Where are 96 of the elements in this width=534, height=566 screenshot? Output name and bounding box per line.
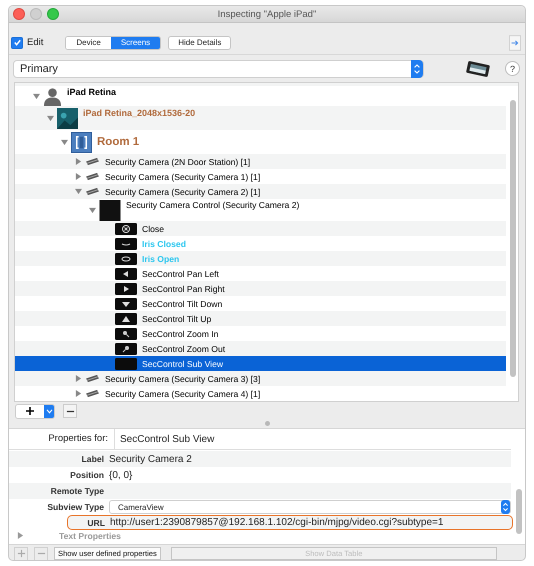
plus-icon bbox=[25, 406, 35, 416]
disclosure-triangle-icon[interactable] bbox=[75, 375, 82, 382]
property-label: Label bbox=[80, 454, 105, 464]
disclosure-triangle-icon[interactable] bbox=[17, 532, 24, 539]
property-value: {0, 0} bbox=[109, 470, 132, 480]
tree-row[interactable]: SecControl Pan Left bbox=[15, 266, 506, 281]
plus-icon bbox=[16, 549, 26, 558]
property-value: http://user1:2390879857@192.168.1.102/cgi-bin/mjpg/video.cgi?subtype=1 bbox=[110, 517, 444, 528]
tree-item-label: iPad Retina_2048x1536-20 bbox=[83, 108, 196, 118]
tilt-down-icon bbox=[115, 298, 137, 310]
tree-item-label: iPad Retina bbox=[67, 87, 116, 97]
tree-row[interactable]: SecControl Sub View bbox=[15, 356, 506, 371]
property-label: URL bbox=[86, 518, 106, 528]
tree-item-label: Iris Closed bbox=[142, 238, 186, 248]
property-label: Properties for: bbox=[9, 429, 115, 449]
tree-row[interactable]: iPad Retina_2048x1536-20 bbox=[15, 106, 506, 130]
tree-row[interactable]: SecControl Pan Right bbox=[15, 281, 506, 296]
room-icon bbox=[71, 132, 92, 152]
caret-icon bbox=[46, 408, 52, 414]
tree-row[interactable]: Security Camera (Security Camera 3) [3] bbox=[15, 371, 506, 386]
screen-dropdown[interactable]: Primary bbox=[13, 60, 424, 78]
tree-item-label: Security Camera (2N Door Station) [1] bbox=[105, 156, 250, 166]
property-label: Remote Type bbox=[50, 486, 105, 496]
stepper-icon bbox=[413, 62, 421, 74]
tree-item-label: Security Camera Control (Security Camera 2) bbox=[126, 200, 300, 210]
tree-item-label: SecControl Tilt Up bbox=[142, 314, 212, 324]
tree-item-label: Security Camera (Security Camera 3) [3] bbox=[105, 374, 260, 384]
camera-icon bbox=[85, 373, 100, 384]
tree-row[interactable]: Security Camera (Security Camera 4) [1] bbox=[15, 386, 506, 401]
tree-item-label: SecControl Pan Right bbox=[142, 284, 225, 294]
help-button[interactable]: ? bbox=[505, 61, 520, 76]
disclosure-triangle-icon[interactable] bbox=[75, 158, 82, 165]
close-button[interactable] bbox=[13, 8, 25, 20]
remove-button[interactable] bbox=[63, 404, 77, 418]
iris-closed-icon bbox=[115, 238, 137, 250]
zoom-in-icon bbox=[115, 328, 137, 340]
disclosure-triangle-icon[interactable] bbox=[75, 188, 82, 195]
camera-icon bbox=[85, 171, 100, 182]
scrollbar[interactable] bbox=[510, 100, 516, 377]
tree-row[interactable]: Close bbox=[15, 221, 506, 236]
property-value: SecControl Sub View bbox=[119, 434, 214, 444]
tree-item-label: Close bbox=[142, 224, 164, 234]
disclosure-triangle-icon[interactable] bbox=[89, 206, 96, 214]
person-icon bbox=[43, 86, 62, 106]
tree-row[interactable]: SecControl Zoom In bbox=[15, 326, 506, 341]
scrollbar[interactable] bbox=[516, 489, 522, 534]
add-dropdown-button[interactable] bbox=[15, 404, 55, 418]
close-icon bbox=[115, 222, 137, 234]
camera-icon bbox=[85, 388, 100, 399]
hide-details-button[interactable]: Hide Details bbox=[168, 36, 232, 50]
tree-item-label: SecControl Zoom Out bbox=[142, 344, 226, 354]
tree-item-label: SecControl Zoom In bbox=[142, 328, 218, 338]
property-label: Subview Type bbox=[46, 502, 105, 512]
tree-row[interactable]: Room 1 bbox=[15, 130, 506, 154]
window-title: Inspecting "Apple iPad" bbox=[218, 8, 316, 20]
tree-item-label: Security Camera (Security Camera 4) [1] bbox=[105, 388, 260, 398]
disclosure-triangle-icon[interactable] bbox=[75, 390, 82, 397]
control-thumbnail-icon bbox=[99, 200, 121, 220]
tree-row[interactable]: SecControl Tilt Up bbox=[15, 311, 506, 326]
pan-right-icon bbox=[115, 282, 137, 294]
edit-label: Edit bbox=[27, 37, 44, 48]
subview-type-dropdown[interactable]: CameraView bbox=[109, 500, 511, 514]
tree-item-label: SecControl Sub View bbox=[142, 358, 224, 368]
zoom-out-icon bbox=[115, 342, 137, 354]
camera-icon bbox=[85, 186, 100, 197]
stepper-icon bbox=[502, 502, 509, 512]
tree-item-label: SecControl Pan Left bbox=[142, 268, 219, 278]
iris-open-icon bbox=[115, 252, 137, 264]
tree-row[interactable]: Security Camera (Security Camera 1) [1] bbox=[15, 169, 506, 184]
tree-item-label: Iris Open bbox=[142, 254, 180, 264]
disclosure-triangle-icon[interactable] bbox=[61, 138, 68, 146]
disclosure-triangle-icon[interactable] bbox=[33, 92, 40, 100]
tilt-up-icon bbox=[115, 312, 137, 324]
view-tab[interactable]: Screens bbox=[110, 36, 160, 48]
zoom-button[interactable] bbox=[47, 8, 59, 20]
tree-row[interactable]: SecControl Zoom Out bbox=[15, 341, 506, 356]
property-value: Security Camera 2 bbox=[109, 454, 192, 464]
tree-row[interactable]: Security Camera (2N Door Station) [1] bbox=[15, 154, 506, 169]
tree-item-label: SecControl Tilt Down bbox=[142, 298, 222, 308]
camera-icon bbox=[85, 156, 100, 167]
tree-item-label: Security Camera (Security Camera 2) [1] bbox=[105, 186, 260, 196]
tree-item-label: Room 1 bbox=[97, 136, 140, 148]
property-label: Position bbox=[69, 470, 105, 480]
edit-checkbox[interactable] bbox=[11, 36, 23, 48]
add-button[interactable] bbox=[14, 546, 28, 560]
tree-row[interactable]: Security Camera Control (Security Camera 2) bbox=[15, 199, 506, 221]
tree-row[interactable]: Security Camera (Security Camera 2) [1] bbox=[15, 184, 506, 199]
sidebar-toggle-icon[interactable] bbox=[509, 34, 521, 50]
splitter-handle[interactable] bbox=[264, 421, 270, 426]
disclosure-triangle-icon[interactable] bbox=[47, 114, 54, 122]
tree-row[interactable]: iPad Retina bbox=[15, 86, 506, 106]
tree-row[interactable]: SecControl Tilt Down bbox=[15, 296, 506, 311]
disclosure-triangle-icon[interactable] bbox=[75, 173, 82, 180]
pan-left-icon bbox=[115, 268, 137, 280]
tree-item-label: Security Camera (Security Camera 1) [1] bbox=[105, 172, 260, 182]
thumbnail-icon bbox=[57, 108, 78, 128]
